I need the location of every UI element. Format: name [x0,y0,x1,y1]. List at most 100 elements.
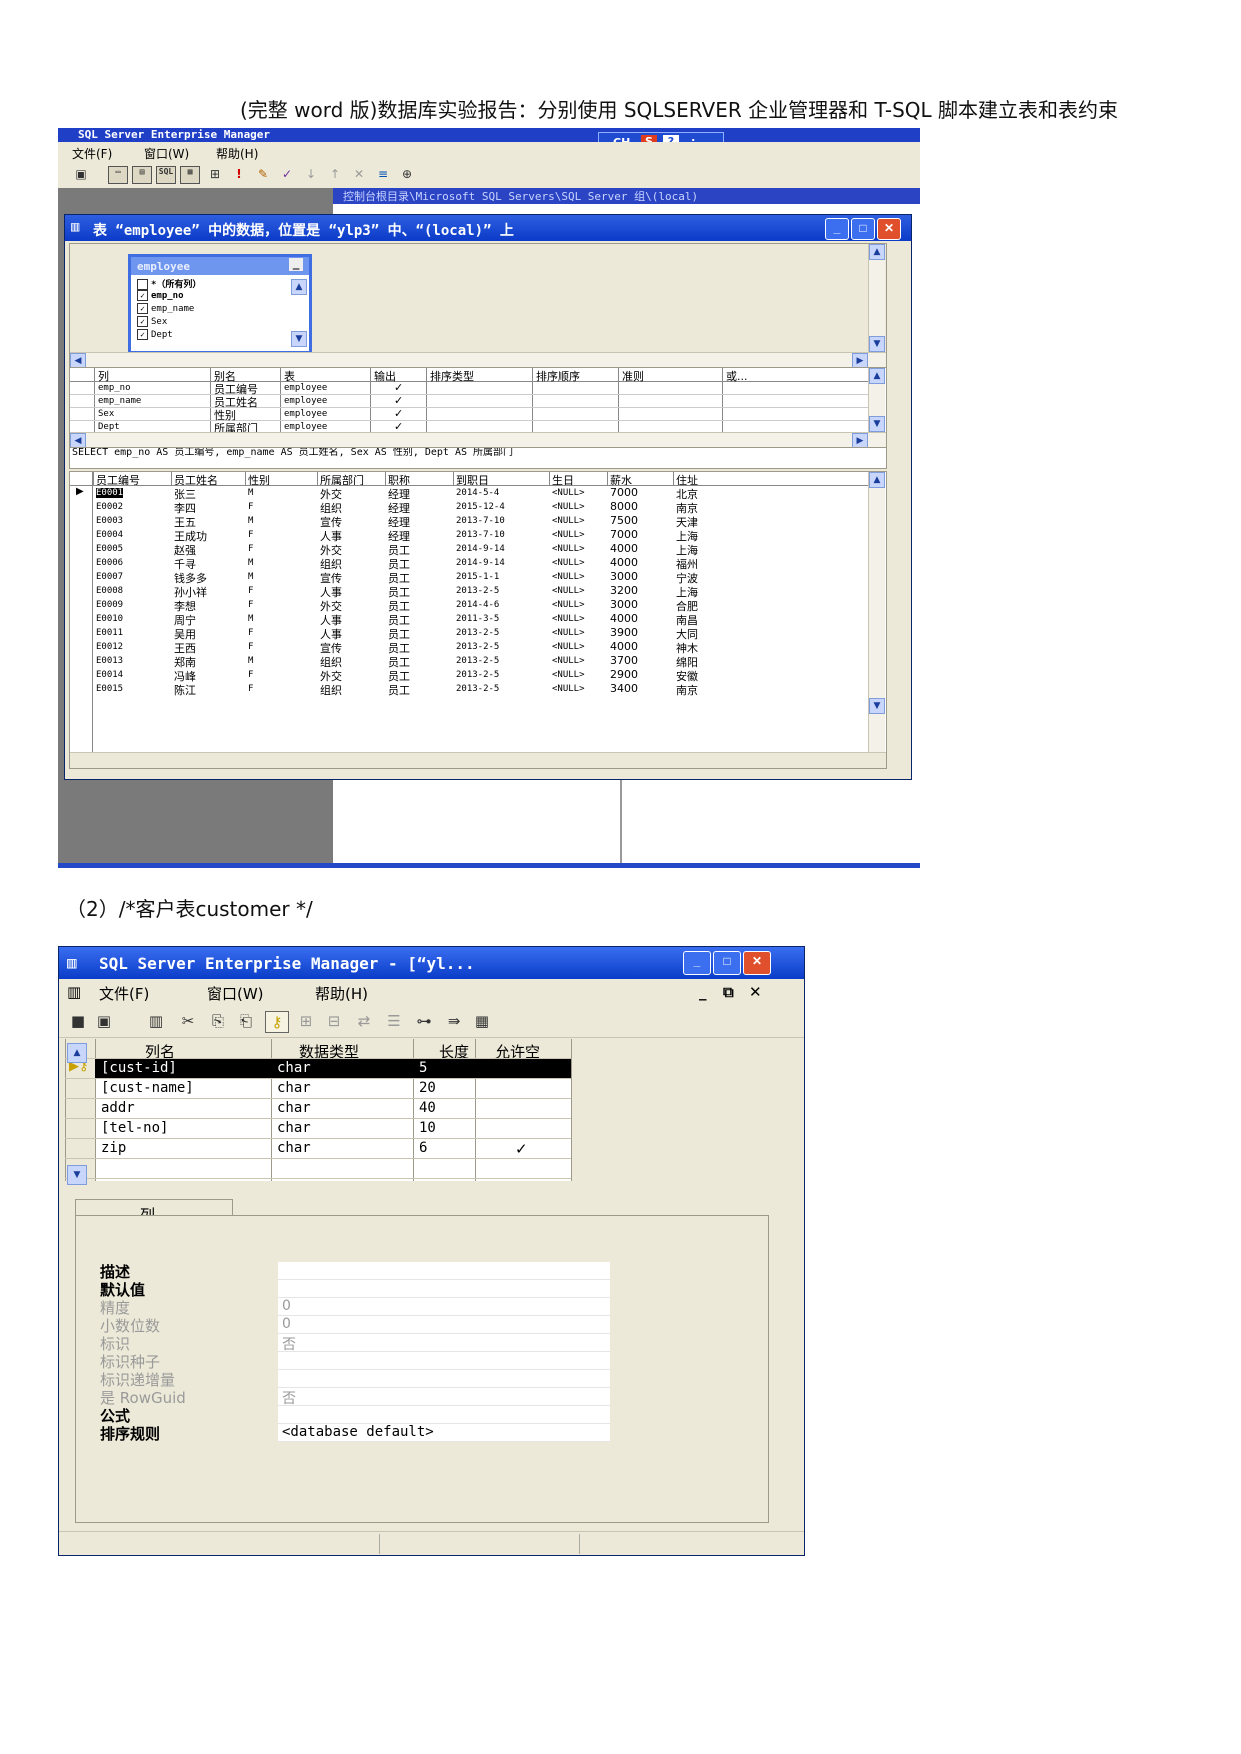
results-cell[interactable]: <NULL> [552,684,585,694]
criteria-hscroll[interactable]: ◀ ▶ [70,432,886,449]
scroll-down-icon[interactable]: ▼ [869,416,885,432]
results-cell[interactable]: <NULL> [552,656,585,666]
results-cell[interactable]: 2014-5-4 [456,488,499,498]
generate-script-icon[interactable]: ▥ [145,1011,167,1031]
results-cell[interactable]: 7500 [610,514,638,527]
results-cell[interactable]: M [248,558,253,568]
grid-cell-null[interactable]: ✓ [515,1140,528,1158]
criteria-cell[interactable]: employee [284,396,327,406]
delete-column-icon[interactable]: ⊟ [323,1011,345,1031]
results-cell[interactable]: E0001 [96,488,124,498]
results-cell[interactable]: <NULL> [552,558,585,568]
cut-icon[interactable]: ✂ [177,1011,199,1031]
column-item-emp-no[interactable]: ✓ emp_no [137,290,184,301]
maximize-button[interactable]: □ [851,218,875,240]
results-cell[interactable]: F [248,530,253,540]
results-cell[interactable]: <NULL> [552,614,585,624]
primary-key-icon[interactable]: ⚷ [265,1011,289,1033]
sql-pane-icon[interactable]: SQL [156,166,176,184]
results-cell[interactable]: M [248,488,253,498]
relationships-icon[interactable]: ⇄ [353,1011,375,1031]
grid-cell-name[interactable]: zip [101,1140,126,1156]
child-close-icon[interactable]: ✕ [749,983,762,1001]
diagram-hscroll[interactable]: ◀ ▶ [70,352,886,369]
results-cell[interactable]: E0011 [96,628,123,638]
grid-cell-len[interactable]: 5 [419,1060,427,1076]
criteria-cell[interactable]: employee [284,422,327,432]
results-cell[interactable]: 2013-2-5 [456,586,499,596]
results-cell[interactable]: E0004 [96,530,123,540]
menu-help[interactable]: 帮助(H) [315,983,368,1004]
table-box-minimize-icon[interactable]: _ [289,258,303,271]
clear-results-icon[interactable]: ✎ [254,166,272,182]
property-value[interactable]: 0 [282,1298,291,1314]
results-cell[interactable]: 陈江 [174,682,196,698]
criteria-cell[interactable]: employee [284,383,327,393]
results-cell[interactable]: E0015 [96,684,123,694]
insert-column-icon[interactable]: ⊞ [295,1011,317,1031]
results-cell[interactable]: <NULL> [552,586,585,596]
criteria-cell[interactable]: Dept [98,422,120,432]
results-cell[interactable]: E0013 [96,656,123,666]
criteria-cell[interactable]: ✓ [394,381,403,394]
grid-cell-type[interactable]: char [277,1060,311,1076]
results-cell[interactable]: F [248,586,253,596]
scroll-up-icon[interactable]: ▲ [291,279,307,295]
criteria-cell[interactable]: employee [284,409,327,419]
results-cell[interactable]: 2013-2-5 [456,684,499,694]
results-cell[interactable]: <NULL> [552,670,585,680]
results-cell[interactable]: 2015-1-1 [456,572,499,582]
results-cell[interactable]: 2014-9-14 [456,544,505,554]
results-cell[interactable]: E0002 [96,502,123,512]
criteria-vscroll[interactable]: ▲ ▼ [868,368,885,432]
results-cell[interactable]: 2014-9-14 [456,558,505,568]
indexes-icon[interactable]: ☰ [383,1011,405,1031]
grid-cell-len[interactable]: 40 [419,1100,436,1116]
results-cell[interactable]: <NULL> [552,600,585,610]
criteria-cell[interactable]: emp_no [98,383,131,393]
criteria-cell[interactable]: ✓ [394,394,403,407]
results-cell[interactable]: <NULL> [552,502,585,512]
close-button[interactable]: ✕ [877,218,901,240]
minimize-button[interactable]: _ [683,951,711,975]
results-cell[interactable]: 组织 [320,682,342,698]
table-view-icon[interactable]: ▦ [471,1011,493,1031]
column-item-sex[interactable]: ✓ Sex [137,316,167,327]
results-cell[interactable]: E0008 [96,586,123,596]
checkbox-checked-icon[interactable]: ✓ [137,290,148,301]
menu-window[interactable]: 窗口(W) [207,983,264,1004]
results-cell[interactable]: 3900 [610,626,638,639]
results-cell[interactable]: 7000 [610,528,638,541]
results-vscroll[interactable]: ▲ ▼ [868,472,885,752]
child-minimize-icon[interactable]: _ [699,983,707,1001]
grid-pane-icon[interactable]: ▤ [132,166,152,184]
results-cell[interactable]: <NULL> [552,642,585,652]
column-item-dept[interactable]: ✓ Dept [137,329,173,340]
checkbox-icon[interactable] [137,279,148,290]
manage-triggers-icon[interactable]: ⇛ [443,1011,465,1031]
checkbox-checked-icon[interactable]: ✓ [137,316,148,327]
results-cell[interactable]: E0009 [96,600,123,610]
results-cell[interactable]: 4000 [610,640,638,653]
results-cell[interactable]: 2013-2-5 [456,628,499,638]
change-type-icon[interactable]: ⊞ [206,166,224,182]
results-cell[interactable]: <NULL> [552,544,585,554]
results-cell[interactable]: <NULL> [552,628,585,638]
scroll-down-icon[interactable]: ▼ [291,331,307,347]
paste-icon[interactable]: ⎗ [235,1011,257,1031]
results-cell[interactable]: 7000 [610,486,638,499]
results-cell[interactable]: E0010 [96,614,123,624]
grid-cell-len[interactable]: 6 [419,1140,427,1156]
properties-icon[interactable]: ▣ [72,166,90,182]
results-cell[interactable]: 2013-2-5 [456,642,499,652]
menu-file[interactable]: 文件(F) [99,983,149,1004]
diagram-vscroll[interactable]: ▲ ▼ [868,244,885,352]
results-cell[interactable]: 2011-3-5 [456,614,499,624]
minimize-button[interactable]: _ [825,218,849,240]
scroll-up-icon[interactable]: ▲ [67,1043,87,1063]
results-cell[interactable]: M [248,614,253,624]
results-cell[interactable]: F [248,600,253,610]
sort-asc-icon[interactable]: ↓ [302,166,320,182]
employee-table-box[interactable]: employee _ *（所有列） ✓ emp_no ✓ emp_name ✓ Sex… [128,254,312,354]
grid-cell-len[interactable]: 20 [419,1080,436,1096]
